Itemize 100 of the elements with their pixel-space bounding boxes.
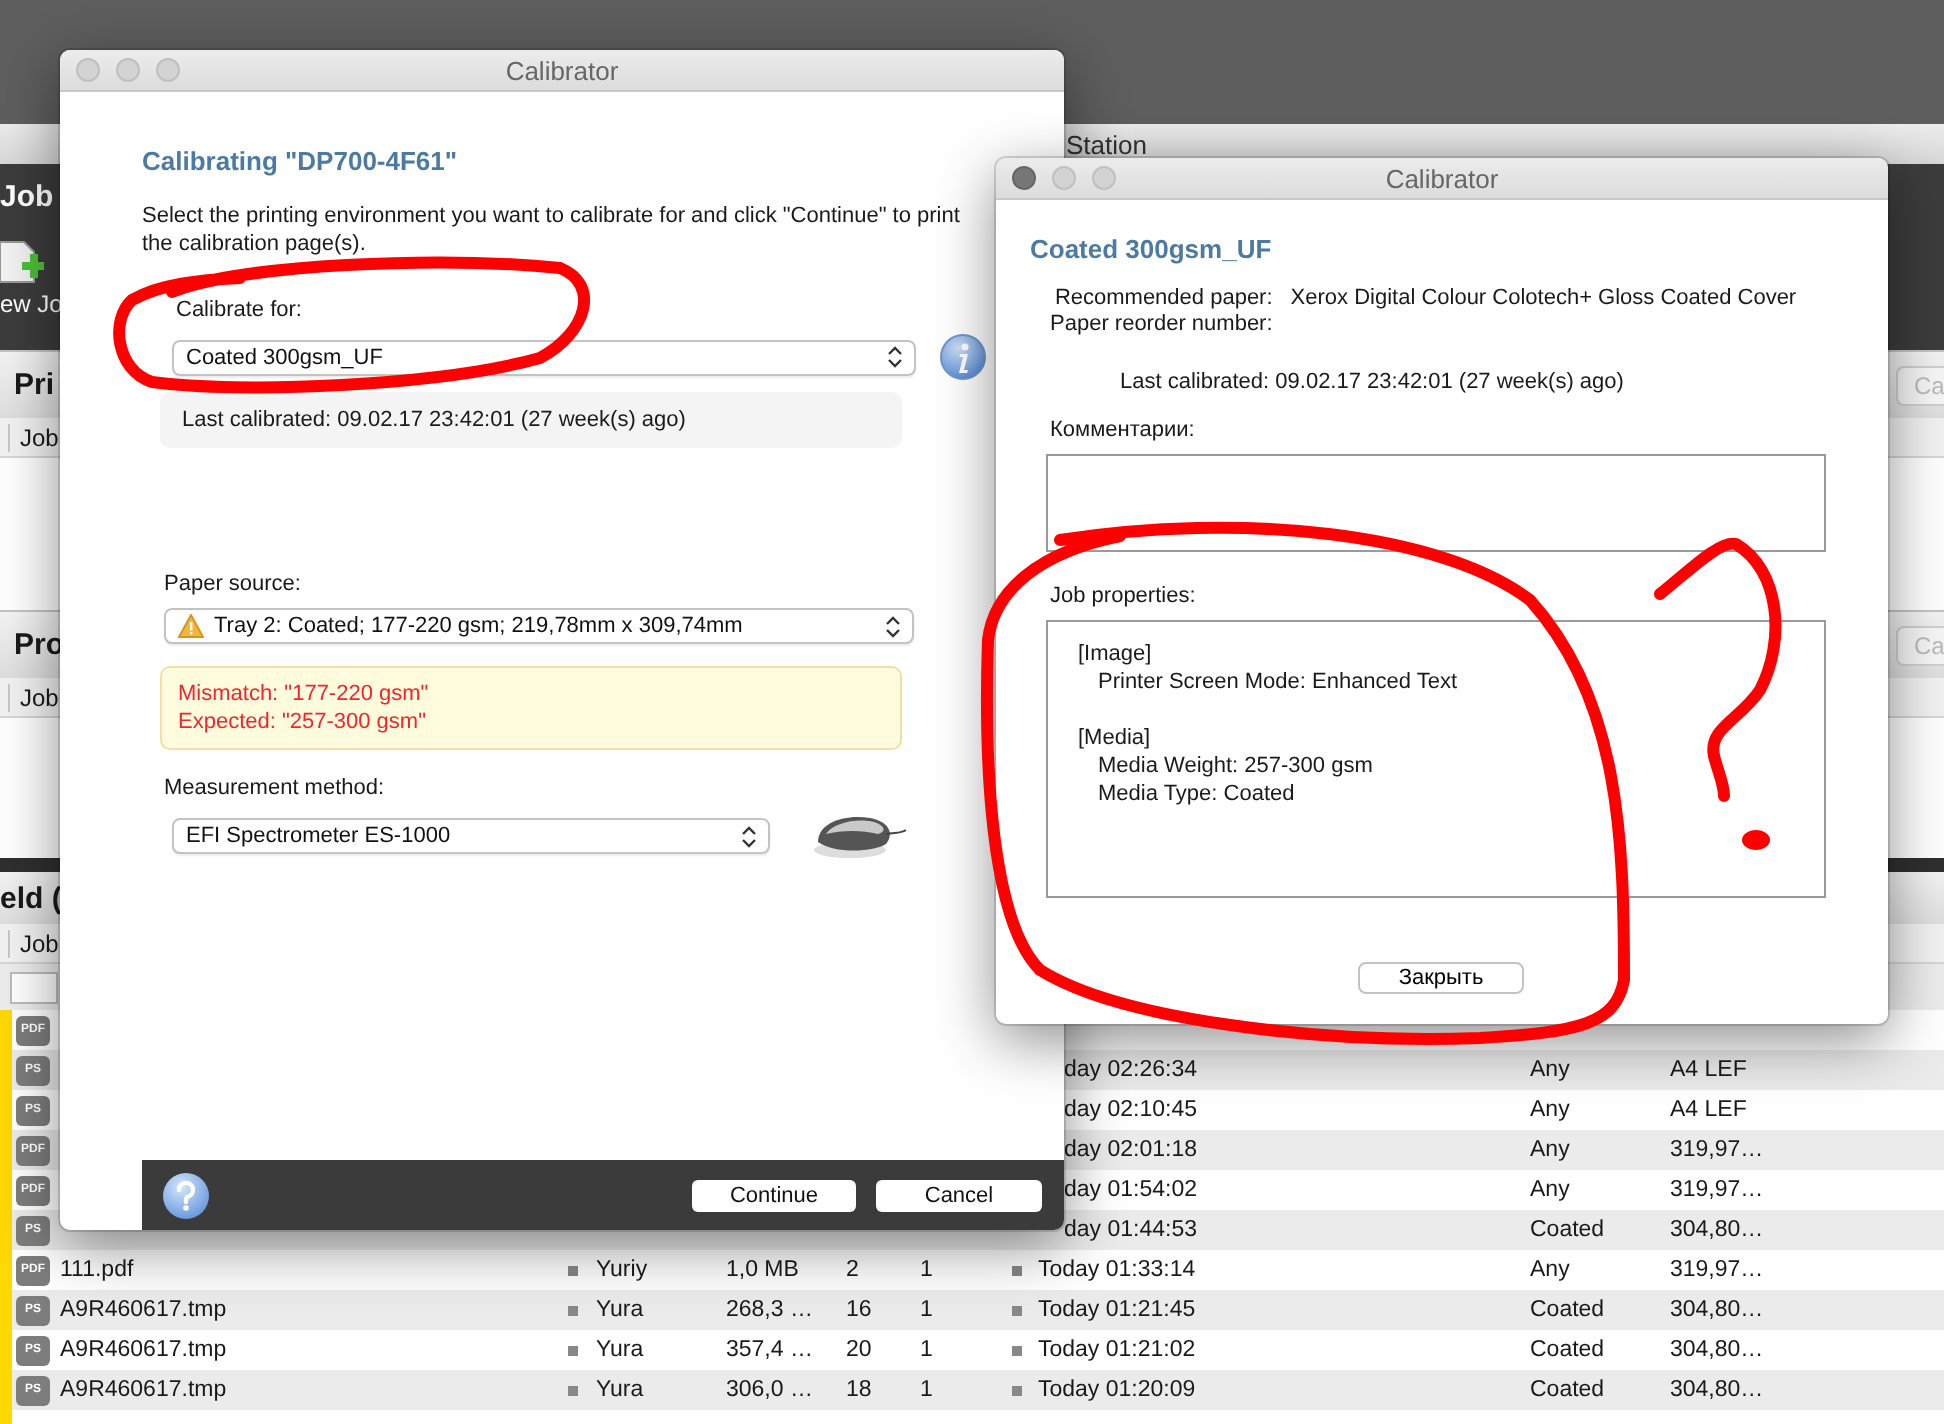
media-cell-text: Any bbox=[1530, 1178, 1572, 1202]
pages-cell-text: 16 bbox=[846, 1298, 874, 1322]
panel-title: Pri bbox=[14, 368, 55, 402]
paper-size-cell-text: A4 LEF bbox=[1670, 1098, 1749, 1122]
pages-cell-text: 20 bbox=[846, 1338, 874, 1362]
paper-size-cell-text: 319,97… bbox=[1670, 1258, 1766, 1282]
media-cell-text: Coated bbox=[1530, 1218, 1607, 1242]
last-calibrated-text: Last calibrated: 09.02.17 23:42:01 (27 week(s) ago) bbox=[160, 392, 902, 448]
field-label: Measurement method: bbox=[164, 776, 387, 800]
status-marker-icon bbox=[568, 1345, 578, 1355]
panel-title: eld ( bbox=[0, 881, 62, 915]
pages-cell-text: 18 bbox=[846, 1378, 874, 1402]
copies-cell-text: 1 bbox=[920, 1338, 935, 1362]
last-calibrated-text: Last calibrated: 09.02.17 23:42:01 (27 week(s) ago) bbox=[1120, 370, 1626, 394]
property-text: Media Weight: 257-300 gsm bbox=[1096, 752, 1375, 780]
status-marker-icon bbox=[568, 1305, 578, 1315]
pages-cell-text: 2 bbox=[846, 1258, 861, 1282]
media-cell-text: Any bbox=[1530, 1258, 1572, 1282]
continue-button[interactable]: Continue bbox=[692, 1179, 856, 1211]
media-cell-text: Coated bbox=[1530, 1338, 1607, 1362]
filter-field[interactable] bbox=[10, 971, 58, 1003]
zoom-button[interactable] bbox=[156, 58, 180, 82]
property-text: Printer Screen Mode: Enhanced Text bbox=[1096, 668, 1460, 696]
field-label: Job properties: bbox=[1050, 584, 1198, 608]
paper-size-cell-text: 304,80… bbox=[1670, 1338, 1766, 1362]
warning-text: Mismatch: "177-220 gsm" bbox=[178, 680, 431, 708]
status-marker-icon bbox=[568, 1385, 578, 1395]
owner-cell-text: Yura bbox=[596, 1338, 646, 1362]
media-cell-text: Coated bbox=[1530, 1378, 1607, 1402]
close-dialog-button[interactable]: Закрыть bbox=[1358, 962, 1524, 994]
column-header[interactable]: Job bbox=[8, 929, 59, 957]
new-document-icon[interactable] bbox=[0, 238, 44, 286]
comments-field[interactable] bbox=[1046, 454, 1826, 552]
minimize-button[interactable] bbox=[1052, 166, 1076, 190]
size-cell-text: 268,3 … bbox=[726, 1298, 815, 1322]
window-title: Calibrator bbox=[505, 55, 619, 85]
date-cell-text: Today 01:21:02 bbox=[1038, 1338, 1198, 1362]
dialog-heading: Calibrating "DP700-4F61" bbox=[142, 146, 460, 176]
field-label: Calibrate for: bbox=[176, 298, 304, 322]
measurement-method-dropdown[interactable]: EFI Spectrometer ES-1000 bbox=[172, 818, 770, 854]
paper-size-cell-text: 304,80… bbox=[1670, 1378, 1766, 1402]
warning-text: Expected: "257-300 gsm" bbox=[178, 708, 428, 736]
file-name-cell-text: A9R460617.tmp bbox=[60, 1338, 229, 1362]
date-cell-text: Today 01:33:14 bbox=[1038, 1258, 1198, 1282]
info-value: Xerox Digital Colour Colotech+ Gloss Coated Cover bbox=[1290, 286, 1797, 310]
date-cell: day 02:10:45 bbox=[1064, 1098, 1198, 1122]
property-text: Media Type: Coated bbox=[1096, 780, 1297, 808]
paper-source-dropdown[interactable]: Tray 2: Coated; 177-220 gsm; 219,78mm x 309,74mm bbox=[164, 608, 914, 644]
info-icon[interactable] bbox=[940, 334, 986, 380]
copies-cell-text: 1 bbox=[920, 1258, 935, 1282]
media-cell-text: Any bbox=[1530, 1138, 1572, 1162]
info-label: Paper reorder number: bbox=[1050, 312, 1273, 338]
copies-cell-text: 1 bbox=[920, 1378, 935, 1402]
close-button[interactable] bbox=[1012, 166, 1036, 190]
section-heading: [Image] bbox=[1078, 640, 1154, 668]
dialog-heading: Coated 300gsm_UF bbox=[1030, 234, 1274, 264]
size-cell-text: 357,4 … bbox=[726, 1338, 815, 1362]
size-cell-text: 1,0 MB bbox=[726, 1258, 801, 1282]
instructions-text: Select the printing environment you want to calibrate for and click "Continue" to print the calibration page(s). bbox=[142, 202, 962, 258]
paper-size-cell-text: A4 LEF bbox=[1670, 1058, 1749, 1082]
field-label: Комментарии: bbox=[1050, 418, 1197, 442]
column-header[interactable]: Job bbox=[8, 683, 59, 711]
column-header[interactable]: Job bbox=[8, 423, 59, 451]
status-marker-icon bbox=[1012, 1385, 1022, 1395]
cancel-button[interactable]: Cancel bbox=[876, 1179, 1042, 1211]
info-label: Recommended paper: bbox=[1052, 286, 1273, 312]
paper-size-cell-text: 304,80… bbox=[1670, 1218, 1766, 1242]
owner-cell-text: Yura bbox=[596, 1298, 646, 1322]
file-name-cell-text: 111.pdf bbox=[60, 1258, 136, 1282]
copies-cell-text: 1 bbox=[920, 1298, 935, 1322]
owner-cell-text: Yuriy bbox=[596, 1258, 650, 1282]
up-down-caret-icon bbox=[742, 825, 756, 847]
paper-size-cell-text: 319,97… bbox=[1670, 1138, 1766, 1162]
section-heading: [Media] bbox=[1078, 724, 1153, 752]
up-down-caret-icon bbox=[888, 346, 902, 368]
help-icon[interactable] bbox=[162, 1171, 210, 1219]
file-name-cell-text: A9R460617.tmp bbox=[60, 1378, 229, 1402]
size-cell-text: 306,0 … bbox=[726, 1378, 815, 1402]
date-cell: day 01:54:02 bbox=[1064, 1178, 1198, 1202]
status-marker-icon bbox=[1012, 1305, 1022, 1315]
date-cell: day 02:01:18 bbox=[1064, 1138, 1198, 1162]
zoom-button[interactable] bbox=[1092, 166, 1116, 190]
status-marker-icon bbox=[1012, 1265, 1022, 1275]
paper-size-cell-text: 304,80… bbox=[1670, 1298, 1766, 1322]
owner-cell-text: Yura bbox=[596, 1378, 646, 1402]
window-title: Calibrator bbox=[1385, 163, 1499, 193]
window-title: Station bbox=[1066, 129, 1147, 159]
paper-size-cell-text: 319,97… bbox=[1670, 1178, 1766, 1202]
file-name-cell-text: A9R460617.tmp bbox=[60, 1298, 229, 1322]
date-cell: day 01:44:53 bbox=[1064, 1218, 1198, 1242]
minimize-button[interactable] bbox=[116, 58, 140, 82]
date-cell-text: Today 01:20:09 bbox=[1038, 1378, 1198, 1402]
status-marker-icon bbox=[1012, 1345, 1022, 1355]
up-down-caret-icon bbox=[886, 615, 900, 637]
date-cell-text: Today 01:21:45 bbox=[1038, 1298, 1198, 1322]
media-cell-text: Coated bbox=[1530, 1298, 1607, 1322]
media-cell-text: Any bbox=[1530, 1058, 1572, 1082]
calibrate-for-dropdown[interactable]: Coated 300gsm_UF bbox=[172, 339, 916, 375]
toolbar-title: Job bbox=[0, 180, 54, 214]
status-marker-icon bbox=[568, 1265, 578, 1275]
